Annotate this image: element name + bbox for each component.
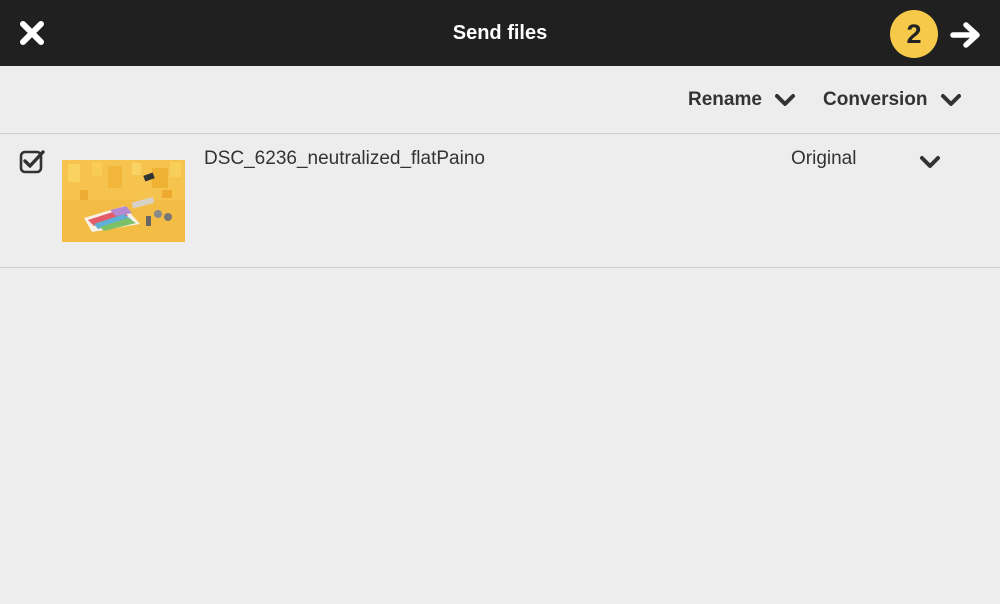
close-button[interactable]	[16, 17, 48, 49]
next-button[interactable]	[948, 17, 984, 53]
file-checkbox[interactable]	[19, 148, 45, 174]
arrow-right-icon	[950, 22, 980, 48]
rename-dropdown[interactable]: Rename	[688, 66, 796, 133]
page-title: Send files	[452, 22, 548, 44]
options-toolbar: Rename Conversion	[0, 66, 1000, 134]
chevron-down-icon	[940, 93, 962, 107]
conversion-dropdown[interactable]: Conversion	[823, 66, 962, 133]
step-badge: 2	[890, 10, 938, 58]
chevron-down-icon	[920, 156, 940, 168]
image-thumbnail	[62, 160, 185, 242]
file-name: DSC_6236_neutralized_flatPaino	[204, 148, 485, 169]
conversion-label: Conversion	[823, 88, 928, 110]
close-icon	[20, 21, 44, 45]
chevron-down-icon	[774, 93, 796, 107]
checked-checkbox-icon	[19, 150, 45, 174]
top-bar: Send files 2	[0, 0, 1000, 66]
file-row: DSC_6236_neutralized_flatPaino Original	[0, 134, 1000, 268]
file-thumbnail	[62, 160, 185, 242]
conversion-value: Original	[791, 148, 857, 169]
rename-label: Rename	[688, 88, 762, 110]
conversion-select-button[interactable]	[918, 152, 942, 172]
